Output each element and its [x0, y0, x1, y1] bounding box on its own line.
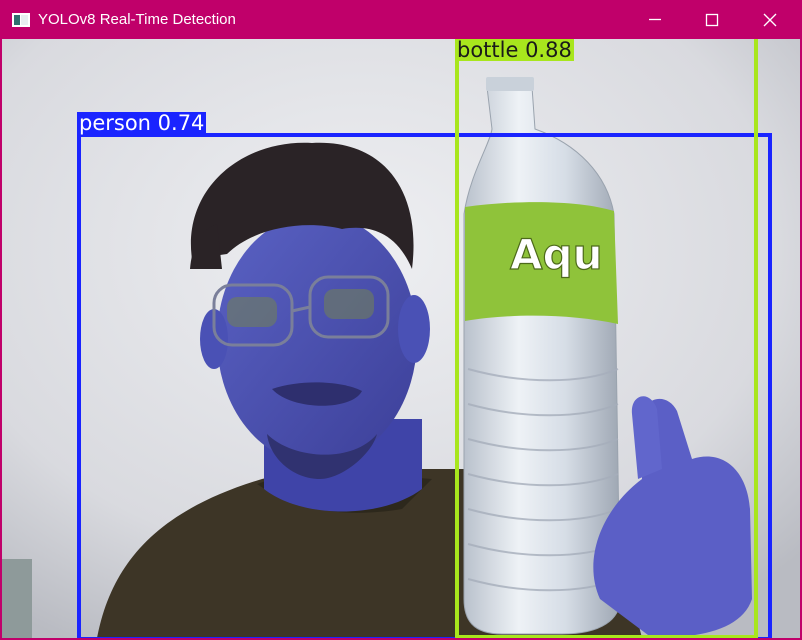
close-button[interactable]: [746, 0, 792, 39]
app-icon: [12, 12, 30, 27]
bottle-detection-box: [455, 39, 758, 638]
video-frame: Aqu person 0.74 bottle 0.88: [2, 39, 800, 638]
title-bar[interactable]: YOLOv8 Real-Time Detection: [0, 0, 802, 39]
minimize-icon: [649, 18, 661, 21]
close-icon: [763, 13, 777, 27]
maximize-icon: [705, 13, 719, 27]
minimize-button[interactable]: [632, 0, 678, 39]
person-detection-label: person 0.74: [77, 111, 207, 135]
window-title: YOLOv8 Real-Time Detection: [38, 11, 236, 28]
bottle-detection-label: bottle 0.88: [455, 39, 574, 62]
maximize-button[interactable]: [688, 0, 734, 39]
app-window: YOLOv8 Real-Time Detection Aqu person 0.…: [0, 0, 802, 640]
